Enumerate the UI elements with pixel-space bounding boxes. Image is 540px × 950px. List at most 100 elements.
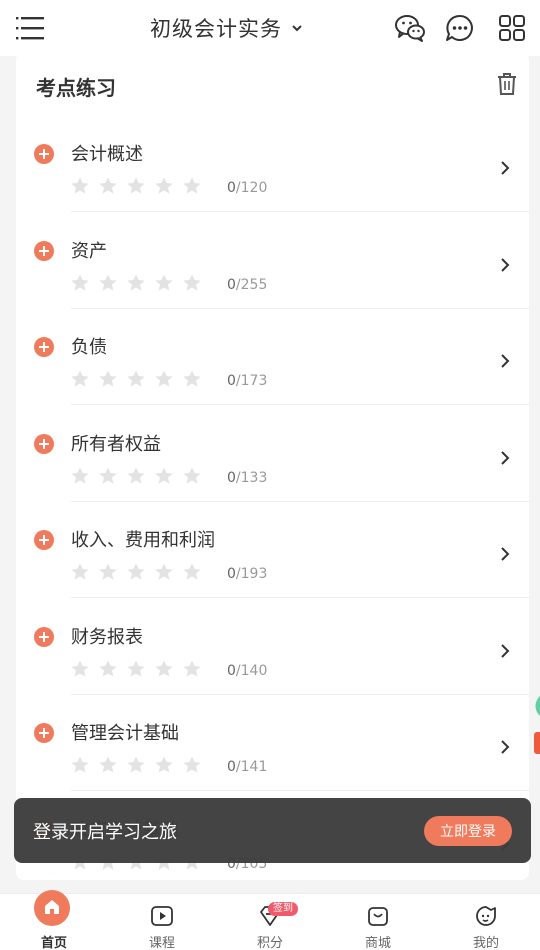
chat-bubble-icon[interactable] (444, 12, 476, 44)
star-icon (71, 660, 89, 677)
star-rating (70, 466, 202, 486)
expand-plus-icon[interactable] (34, 144, 54, 164)
topic-progress: 0/120 (227, 180, 267, 196)
star-icon (183, 467, 201, 484)
play-icon (151, 906, 173, 926)
progress-total: /193 (235, 566, 268, 582)
star-icon (155, 274, 173, 291)
expand-plus-icon[interactable] (34, 337, 54, 357)
expand-plus-icon[interactable] (34, 723, 54, 743)
progress-done: 0 (227, 662, 236, 679)
nav-course[interactable]: 课程 (108, 894, 216, 950)
topic-name: 管理会计基础 (71, 723, 179, 744)
nav-label-home: 首页 (40, 936, 67, 950)
checkin-badge: 签到 (268, 902, 298, 916)
star-icon (155, 756, 173, 773)
menu-icon[interactable] (14, 14, 46, 42)
nav-mine[interactable]: 我的 (432, 894, 540, 950)
topic-item[interactable]: 收入、费用和利润 0/193 (16, 502, 529, 598)
chevron-right-icon[interactable] (498, 257, 512, 273)
progress-total: /140 (235, 662, 268, 679)
login-button[interactable]: 立即登录 (424, 816, 512, 846)
star-icon (127, 370, 145, 387)
star-icon (155, 660, 173, 677)
chevron-right-icon[interactable] (498, 739, 512, 755)
star-icon (183, 756, 201, 773)
practice-card: 考点练习 会计概述 0/120 资产 0/255 负债 0/173 所有者权益 0/133 收入… (16, 52, 529, 880)
progress-done: 0 (227, 276, 236, 293)
topic-progress: 0/140 (227, 663, 267, 679)
chevron-right-icon[interactable] (498, 643, 512, 659)
chevron-right-icon[interactable] (498, 450, 512, 466)
grid-apps-icon[interactable] (496, 12, 528, 44)
expand-plus-icon[interactable] (34, 433, 54, 454)
star-icon (71, 274, 89, 291)
star-rating (70, 755, 202, 775)
progress-done: 0 (227, 180, 236, 196)
chevron-right-icon[interactable] (498, 546, 512, 562)
star-icon (183, 177, 201, 194)
expand-plus-icon[interactable] (34, 240, 54, 261)
topic-name: 财务报表 (71, 626, 143, 648)
topic-item[interactable]: 负债 0/173 (16, 309, 529, 405)
nav-points[interactable]: 签到 积分 (216, 894, 324, 950)
top-bar: 初级会计实务 (0, 0, 540, 56)
star-rating (70, 659, 202, 679)
nav-label-shop: 商城 (364, 936, 391, 950)
trash-icon[interactable] (496, 72, 518, 96)
wechat-icon[interactable] (394, 12, 426, 44)
subject-title: 初级会计实务 (150, 17, 282, 41)
star-icon (155, 467, 173, 484)
topic-name: 资产 (71, 240, 107, 262)
star-rating (70, 369, 202, 389)
star-icon (99, 370, 117, 387)
toast-message: 登录开启学习之旅 (33, 822, 177, 843)
topic-name: 负债 (71, 337, 107, 358)
topic-item[interactable]: 资产 0/255 (16, 213, 529, 309)
progress-total: /120 (235, 180, 268, 196)
nav-label-mine: 我的 (472, 936, 499, 950)
star-icon (127, 756, 145, 773)
topic-item[interactable]: 财务报表 0/140 (16, 599, 529, 695)
expand-plus-icon[interactable] (34, 626, 54, 647)
star-icon (71, 467, 89, 484)
bottom-nav: 首页 课程 签到 积分 商城 我的 (0, 890, 540, 950)
topic-name: 会计概述 (71, 144, 143, 165)
star-rating (70, 176, 202, 196)
star-rating (70, 562, 202, 582)
star-icon (99, 274, 117, 291)
star-icon (183, 370, 201, 387)
star-icon (127, 660, 145, 677)
progress-total: /255 (235, 276, 268, 293)
star-icon (71, 177, 89, 194)
progress-total: /133 (235, 469, 268, 486)
star-icon (155, 563, 173, 580)
section-title: 考点练习 (36, 76, 116, 100)
chevron-right-icon[interactable] (498, 160, 512, 176)
star-icon (127, 274, 145, 291)
star-icon (155, 370, 173, 387)
topic-item[interactable]: 所有者权益 0/133 (16, 406, 529, 502)
topic-name: 收入、费用和利润 (71, 530, 215, 551)
subject-selector[interactable]: 初级会计实务 (150, 12, 304, 44)
shopping-bag-icon (368, 907, 388, 926)
topic-item[interactable]: 管理会计基础 0/141 (16, 695, 529, 791)
star-icon (99, 467, 117, 484)
star-icon (155, 177, 173, 194)
chevron-right-icon[interactable] (498, 353, 512, 369)
progress-total: /141 (235, 759, 268, 775)
topic-item[interactable]: 会计概述 0/120 (16, 116, 529, 212)
progress-done: 0 (227, 759, 236, 775)
login-toast: 登录开启学习之旅 立即登录 (14, 798, 531, 863)
star-icon (71, 370, 89, 387)
progress-done: 0 (227, 469, 236, 486)
nav-shop[interactable]: 商城 (324, 894, 432, 950)
expand-plus-icon[interactable] (34, 530, 54, 550)
chevron-down-icon (292, 25, 302, 32)
progress-done: 0 (227, 566, 236, 582)
floating-promo-icon[interactable] (530, 696, 540, 756)
star-icon (99, 756, 117, 773)
nav-label-points: 积分 (256, 936, 283, 950)
nav-home[interactable]: 首页 (0, 890, 108, 950)
star-icon (71, 756, 89, 773)
